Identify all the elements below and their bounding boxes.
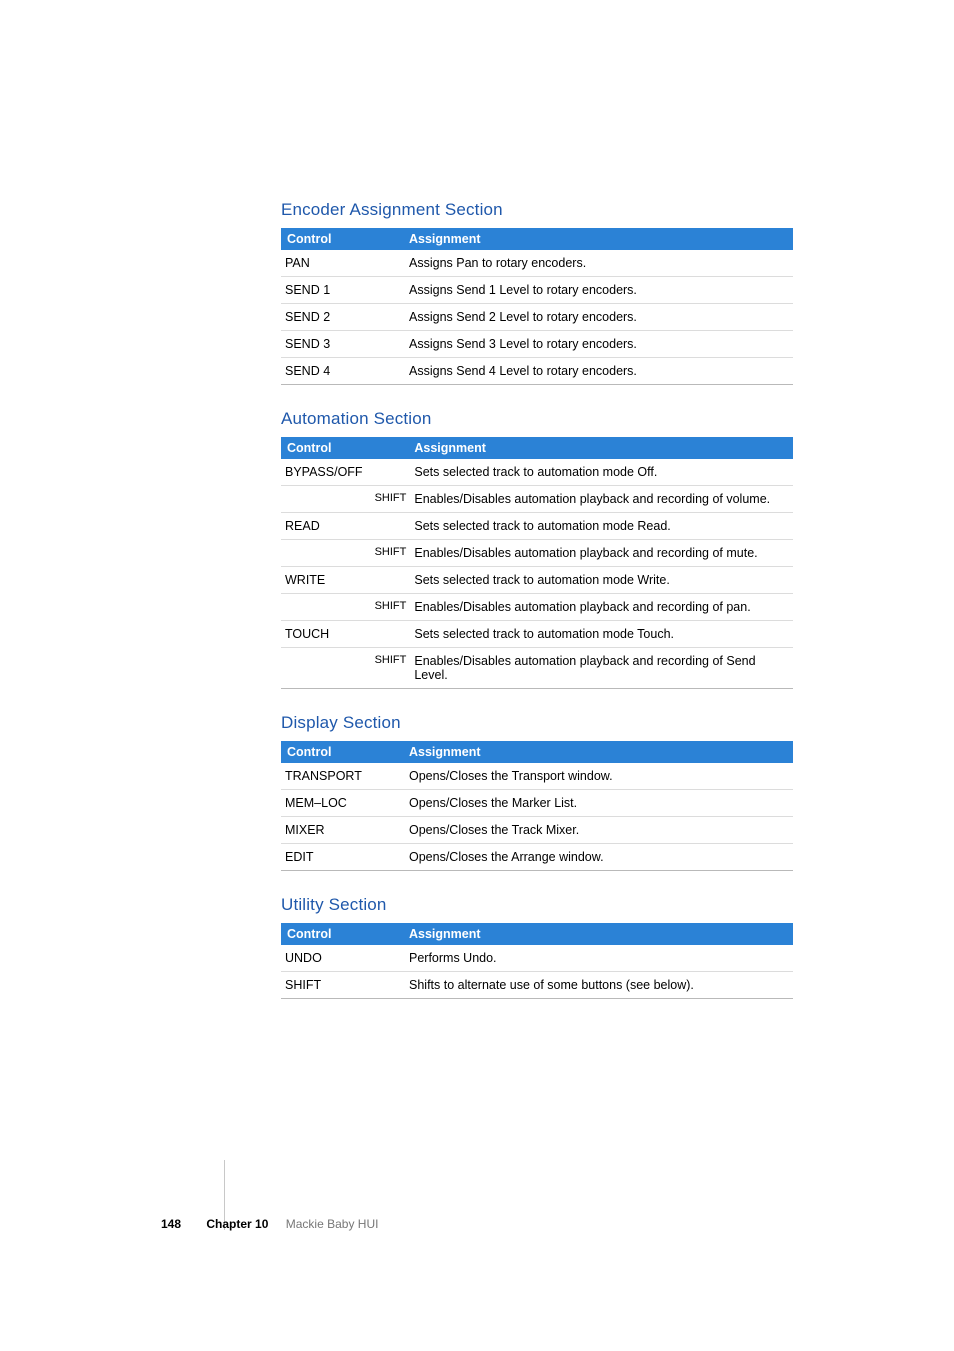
th-control: Control bbox=[281, 741, 401, 763]
cell-control bbox=[281, 486, 371, 513]
table-header-row: Control Assignment bbox=[281, 437, 793, 459]
cell-control: MIXER bbox=[281, 817, 401, 844]
cell-mod: SHIFT bbox=[371, 648, 407, 689]
table-row: TOUCH Sets selected track to automation m… bbox=[281, 621, 793, 648]
cell-assignment: Enables/Disables automation playback and… bbox=[406, 486, 793, 513]
table-row: MIXEROpens/Closes the Track Mixer. bbox=[281, 817, 793, 844]
table-row: SHIFTShifts to alternate use of some but… bbox=[281, 972, 793, 999]
cell-control: SEND 4 bbox=[281, 358, 401, 385]
th-control: Control bbox=[281, 228, 401, 250]
table-row: SEND 1Assigns Send 1 Level to rotary enc… bbox=[281, 277, 793, 304]
cell-assignment: Enables/Disables automation playback and… bbox=[406, 594, 793, 621]
table-row: BYPASS/OFF Sets selected track to automat… bbox=[281, 459, 793, 486]
cell-control: UNDO bbox=[281, 945, 401, 972]
cell-assignment: Assigns Pan to rotary encoders. bbox=[401, 250, 793, 277]
table-row: SHIFTEnables/Disables automation playbac… bbox=[281, 594, 793, 621]
table-row: EDITOpens/Closes the Arrange window. bbox=[281, 844, 793, 871]
section-title-utility: Utility Section bbox=[281, 895, 793, 915]
cell-assignment: Sets selected track to automation mode W… bbox=[406, 567, 793, 594]
utility-table: Control Assignment UNDOPerforms Undo. SH… bbox=[281, 923, 793, 999]
table-row: READ Sets selected track to automation mo… bbox=[281, 513, 793, 540]
cell-control: MEM–LOC bbox=[281, 790, 401, 817]
cell-assignment: Performs Undo. bbox=[401, 945, 793, 972]
cell-mod bbox=[371, 513, 407, 540]
cell-control: READ bbox=[281, 513, 371, 540]
cell-assignment: Shifts to alternate use of some buttons … bbox=[401, 972, 793, 999]
cell-assignment: Assigns Send 2 Level to rotary encoders. bbox=[401, 304, 793, 331]
cell-assignment: Assigns Send 3 Level to rotary encoders. bbox=[401, 331, 793, 358]
cell-assignment: Sets selected track to automation mode R… bbox=[406, 513, 793, 540]
automation-table: Control Assignment BYPASS/OFF Sets select… bbox=[281, 437, 793, 689]
th-assignment: Assignment bbox=[401, 228, 793, 250]
cell-mod: SHIFT bbox=[371, 486, 407, 513]
cell-mod: SHIFT bbox=[371, 540, 407, 567]
cell-mod bbox=[371, 621, 407, 648]
cell-control: SEND 1 bbox=[281, 277, 401, 304]
cell-control: SHIFT bbox=[281, 972, 401, 999]
table-row: SEND 4Assigns Send 4 Level to rotary enc… bbox=[281, 358, 793, 385]
cell-assignment: Sets selected track to automation mode T… bbox=[406, 621, 793, 648]
cell-control bbox=[281, 648, 371, 689]
table-row: MEM–LOCOpens/Closes the Marker List. bbox=[281, 790, 793, 817]
cell-control: PAN bbox=[281, 250, 401, 277]
cell-assignment: Assigns Send 4 Level to rotary encoders. bbox=[401, 358, 793, 385]
cell-control: EDIT bbox=[281, 844, 401, 871]
table-row: SHIFTEnables/Disables automation playbac… bbox=[281, 486, 793, 513]
chapter-title: Mackie Baby HUI bbox=[286, 1217, 379, 1231]
th-assignment: Assignment bbox=[401, 923, 793, 945]
section-title-automation: Automation Section bbox=[281, 409, 793, 429]
page-footer: 148 Chapter 10 Mackie Baby HUI bbox=[161, 1217, 378, 1231]
table-row: UNDOPerforms Undo. bbox=[281, 945, 793, 972]
table-row: SEND 3Assigns Send 3 Level to rotary enc… bbox=[281, 331, 793, 358]
cell-assignment: Sets selected track to automation mode O… bbox=[406, 459, 793, 486]
cell-control: SEND 3 bbox=[281, 331, 401, 358]
page-number: 148 bbox=[161, 1217, 181, 1231]
cell-control: TRANSPORT bbox=[281, 763, 401, 790]
section-title-encoder: Encoder Assignment Section bbox=[281, 200, 793, 220]
table-header-row: Control Assignment bbox=[281, 741, 793, 763]
cell-control bbox=[281, 594, 371, 621]
page: Encoder Assignment Section Control Assig… bbox=[0, 0, 954, 1351]
cell-mod: SHIFT bbox=[371, 594, 407, 621]
th-control: Control bbox=[281, 437, 406, 459]
th-assignment: Assignment bbox=[406, 437, 793, 459]
display-table: Control Assignment TRANSPORTOpens/Closes… bbox=[281, 741, 793, 871]
cell-assignment: Opens/Closes the Arrange window. bbox=[401, 844, 793, 871]
cell-assignment: Enables/Disables automation playback and… bbox=[406, 648, 793, 689]
table-row: TRANSPORTOpens/Closes the Transport wind… bbox=[281, 763, 793, 790]
table-row: SHIFTEnables/Disables automation playbac… bbox=[281, 648, 793, 689]
cell-assignment: Opens/Closes the Transport window. bbox=[401, 763, 793, 790]
table-row: SHIFTEnables/Disables automation playbac… bbox=[281, 540, 793, 567]
th-control: Control bbox=[281, 923, 401, 945]
table-row: SEND 2Assigns Send 2 Level to rotary enc… bbox=[281, 304, 793, 331]
cell-assignment: Assigns Send 1 Level to rotary encoders. bbox=[401, 277, 793, 304]
section-title-display: Display Section bbox=[281, 713, 793, 733]
cell-control: SEND 2 bbox=[281, 304, 401, 331]
table-header-row: Control Assignment bbox=[281, 923, 793, 945]
cell-assignment: Enables/Disables automation playback and… bbox=[406, 540, 793, 567]
th-assignment: Assignment bbox=[401, 741, 793, 763]
encoder-table: Control Assignment PANAssigns Pan to rot… bbox=[281, 228, 793, 385]
cell-mod bbox=[371, 567, 407, 594]
table-header-row: Control Assignment bbox=[281, 228, 793, 250]
cell-assignment: Opens/Closes the Marker List. bbox=[401, 790, 793, 817]
cell-control: BYPASS/OFF bbox=[281, 459, 371, 486]
cell-control bbox=[281, 540, 371, 567]
table-row: WRITE Sets selected track to automation m… bbox=[281, 567, 793, 594]
table-row: PANAssigns Pan to rotary encoders. bbox=[281, 250, 793, 277]
cell-mod bbox=[371, 459, 407, 486]
cell-control: TOUCH bbox=[281, 621, 371, 648]
chapter-label: Chapter 10 bbox=[206, 1217, 268, 1231]
cell-control: WRITE bbox=[281, 567, 371, 594]
cell-assignment: Opens/Closes the Track Mixer. bbox=[401, 817, 793, 844]
